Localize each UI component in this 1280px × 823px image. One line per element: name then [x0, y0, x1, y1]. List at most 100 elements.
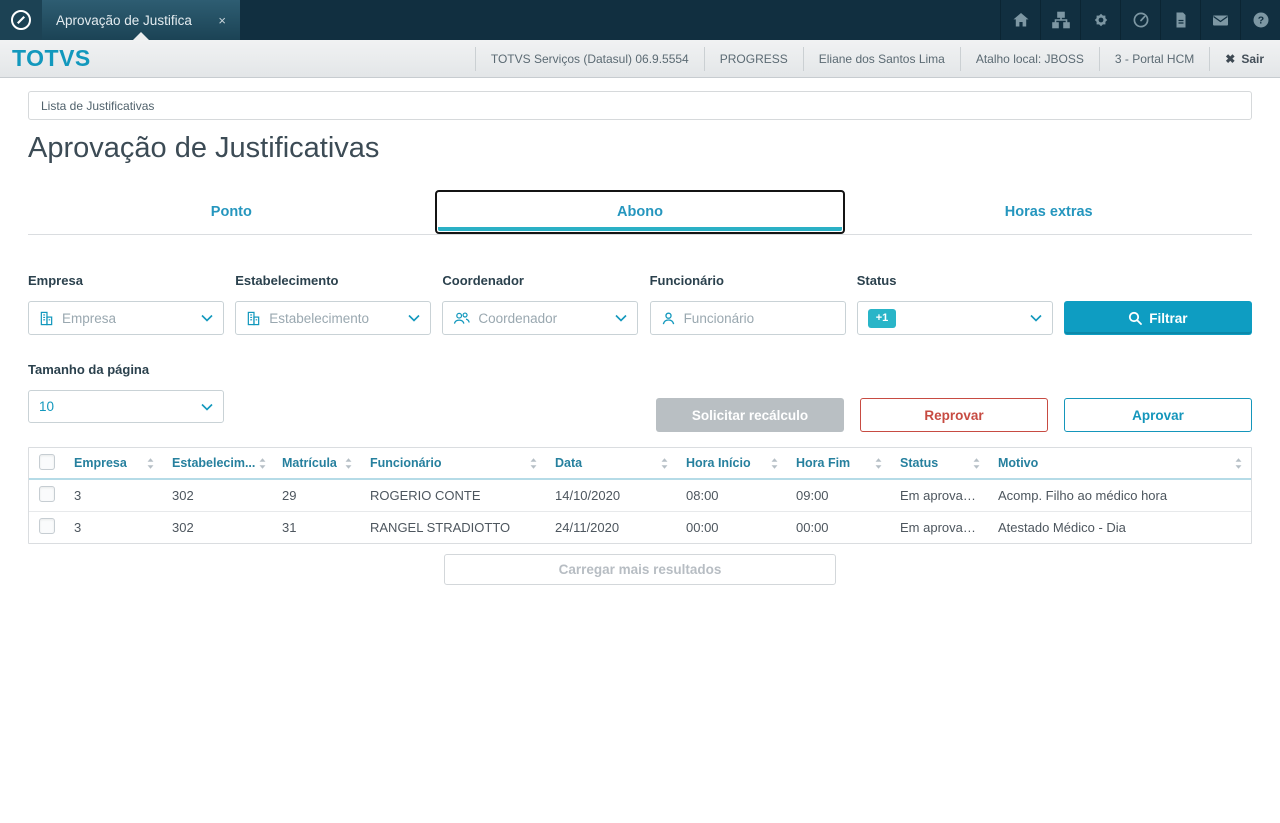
col-motivo: Motivo [998, 456, 1039, 470]
tab-abono-label: Abono [617, 204, 663, 220]
person-icon [661, 311, 676, 326]
help-icon[interactable]: ? [1240, 0, 1280, 40]
cell-status: Em aprovaçã... [891, 510, 989, 543]
cell-status: Em aprovaçã... [900, 487, 988, 503]
logout-label: Sair [1241, 51, 1264, 66]
page-size-select[interactable]: 10 [28, 390, 224, 423]
sort-icon[interactable] [345, 457, 352, 469]
estabelecimento-select[interactable]: Estabelecimento [235, 301, 432, 335]
cell-estabelecimento: 302 [172, 487, 194, 503]
header-item-portal[interactable]: 3 - Portal HCM [1098, 46, 1209, 71]
top-navbar: Aprovação de Justifica × ? [0, 0, 1280, 40]
logout-x-icon: ✖ [1225, 51, 1236, 66]
col-hora-fim: Hora Fim [796, 456, 851, 470]
sort-icon[interactable] [530, 457, 537, 469]
cell-hora-fim: 09:00 [796, 487, 829, 503]
filter-row: Empresa Empresa Estabelecimento Estabele… [28, 273, 1252, 335]
header-item-product: TOTVS Serviços (Datasul) 06.9.5554 [474, 46, 704, 71]
page-title: Aprovação de Justificativas [28, 132, 380, 164]
chevron-down-icon [1030, 314, 1042, 322]
home-icon[interactable] [1000, 0, 1040, 40]
cell-empresa: 3 [74, 487, 82, 503]
cell-funcionario: RANGEL STRADIOTTO [361, 510, 546, 543]
status-selected-badge[interactable]: +1 [867, 308, 897, 328]
main-content: Lista de Justificativas Aprovação de Jus… [0, 78, 1280, 585]
coordenador-placeholder: Coordenador [478, 310, 558, 326]
filter-empresa: Empresa Empresa [28, 273, 224, 335]
cell-estabelecimento: 302 [163, 510, 273, 543]
table-row[interactable]: 3 302 31 RANGEL STRADIOTTO 24/11/2020 00… [29, 510, 1251, 543]
svg-text:?: ? [1257, 15, 1263, 27]
filter-status: Status +1 [856, 273, 1053, 335]
row-checkbox[interactable] [39, 485, 55, 502]
org-chart-icon[interactable] [1040, 0, 1080, 40]
funcionario-input[interactable] [683, 310, 835, 326]
app-logo[interactable] [0, 0, 42, 40]
open-tab-aprovacao[interactable]: Aprovação de Justifica × [42, 0, 240, 40]
navbar-icon-group: ? [1000, 0, 1280, 40]
filter-button[interactable]: Filtrar [1063, 301, 1252, 335]
funcionario-input-box [649, 301, 846, 335]
col-estabelecimento: Estabelecim... [172, 456, 256, 470]
sort-icon[interactable] [1235, 457, 1242, 469]
coordenador-select[interactable]: Coordenador [442, 301, 639, 335]
empresa-label: Empresa [28, 273, 83, 288]
reject-button[interactable]: Reprovar [860, 398, 1048, 432]
empresa-select[interactable]: Empresa [28, 301, 224, 335]
filter-funcionario: Funcionário [649, 273, 846, 335]
page-size-label: Tamanho da página [28, 362, 150, 377]
tab-horas-extras[interactable]: Horas extras [845, 190, 1252, 234]
building-icon [39, 311, 54, 326]
chevron-down-icon [201, 314, 213, 322]
request-recalc-button[interactable]: Solicitar recálculo [656, 398, 844, 432]
mail-icon[interactable] [1200, 0, 1240, 40]
status-label: Status [856, 273, 897, 288]
sort-icon[interactable] [661, 457, 668, 469]
sort-icon[interactable] [875, 457, 882, 469]
empresa-placeholder: Empresa [62, 310, 117, 326]
approve-button[interactable]: Aprovar [1064, 398, 1252, 432]
search-icon [1128, 311, 1143, 325]
filter-button-group: Filtrar [1063, 273, 1252, 335]
table-row[interactable]: 3 302 29 ROGERIO CONTE 14/10/2020 08:00 … [29, 479, 1251, 511]
page-size-value: 10 [39, 399, 55, 414]
table-header-row: Empresa Estabelecim... Matrícula Funcion… [29, 448, 1251, 480]
justifications-table: Empresa Estabelecim... Matrícula Funcion… [28, 447, 1252, 544]
tab-ponto[interactable]: Ponto [28, 190, 435, 234]
sort-icon[interactable] [147, 457, 154, 469]
cell-empresa: 3 [65, 510, 163, 543]
chevron-down-icon [408, 314, 420, 322]
header-info-group: TOTVS Serviços (Datasul) 06.9.5554 PROGR… [474, 40, 1270, 77]
cell-motivo: Acomp. Filho ao médico hora [998, 487, 1168, 503]
settings-gear-icon[interactable] [1080, 0, 1120, 40]
people-icon [453, 311, 471, 326]
header-item-user[interactable]: Eliane dos Santos Lima [802, 46, 960, 71]
cell-matricula: 29 [282, 487, 297, 503]
col-status: Status [900, 456, 939, 470]
tab-abono[interactable]: Abono [434, 190, 846, 234]
col-funcionario: Funcionário [370, 456, 442, 470]
tab-close-icon[interactable]: × [218, 13, 226, 28]
action-buttons: Solicitar recálculo Reprovar Aprovar [656, 398, 1252, 432]
row-checkbox[interactable] [39, 517, 55, 534]
clock-icon[interactable] [1120, 0, 1160, 40]
controls-row: Tamanho da página 10 Solicitar recálculo… [28, 362, 1252, 432]
estabelecimento-placeholder: Estabelecimento [269, 310, 369, 326]
sort-icon[interactable] [771, 457, 778, 469]
building-icon [246, 311, 261, 326]
cell-data: 14/10/2020 [555, 487, 621, 503]
filter-coordenador: Coordenador Coordenador [442, 273, 639, 335]
load-more-button[interactable]: Carregar mais resultados [444, 554, 836, 585]
select-all-checkbox[interactable] [39, 453, 55, 470]
cell-hora-inicio: 00:00 [677, 510, 787, 543]
cell-hora-fim: 00:00 [787, 510, 891, 543]
sort-icon[interactable] [973, 457, 980, 469]
document-icon[interactable] [1160, 0, 1200, 40]
logout-button[interactable]: ✖ Sair [1209, 46, 1270, 71]
sort-icon[interactable] [259, 457, 266, 469]
status-multiselect[interactable]: +1 [856, 301, 1053, 335]
tab-title: Aprovação de Justifica [56, 12, 192, 28]
app-header: TOTVS TOTVS Serviços (Datasul) 06.9.5554… [0, 40, 1280, 78]
active-tab-underline [437, 227, 843, 231]
breadcrumb: Lista de Justificativas [28, 91, 1252, 120]
